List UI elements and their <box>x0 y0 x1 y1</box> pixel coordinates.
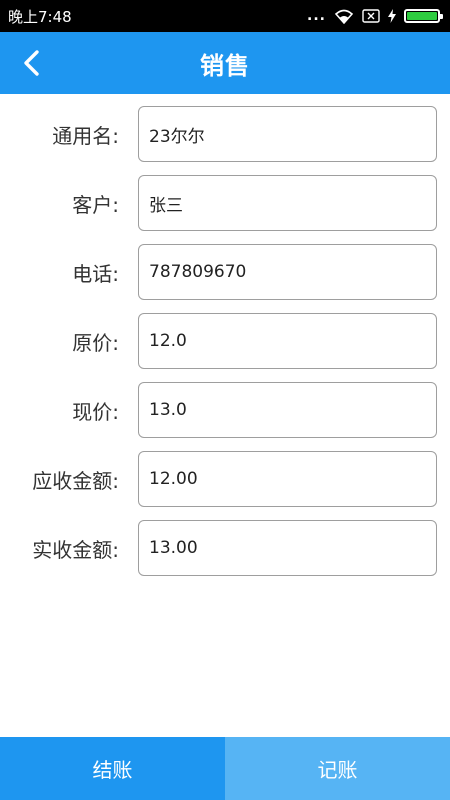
form-row-current-price: 现价: <box>0 382 450 438</box>
back-button[interactable] <box>8 40 54 86</box>
battery-icon <box>404 9 443 23</box>
customer-label: 客户: <box>72 192 119 217</box>
amount-receivable-label: 应收金额: <box>32 468 119 493</box>
app-bar: 销售 <box>0 32 450 94</box>
status-bar: 晚上7:48 ... <box>0 0 450 32</box>
form-row-customer: 客户: <box>0 175 450 231</box>
form-row-generic-name: 通用名: <box>0 106 450 162</box>
charging-icon <box>388 9 396 23</box>
page-title: 销售 <box>200 51 250 80</box>
current-price-label: 现价: <box>72 399 119 424</box>
status-time: 晚上7:48 <box>8 7 72 26</box>
original-price-label: 原价: <box>72 330 119 355</box>
generic-name-input[interactable] <box>138 106 437 162</box>
generic-name-label: 通用名: <box>52 123 119 148</box>
amount-receivable-input[interactable] <box>138 451 437 507</box>
customer-input[interactable] <box>138 175 437 231</box>
amount-received-label: 实收金额: <box>32 537 119 562</box>
original-price-input[interactable] <box>138 313 437 369</box>
checkout-button[interactable]: 结账 <box>0 737 225 800</box>
phone-input[interactable] <box>138 244 437 300</box>
record-button[interactable]: 记账 <box>225 737 450 800</box>
amount-received-input[interactable] <box>138 520 437 576</box>
status-icons: ... <box>307 8 443 24</box>
form-row-original-price: 原价: <box>0 313 450 369</box>
sim-x-icon <box>362 9 380 23</box>
bottom-action-bar: 结账 记账 <box>0 737 450 800</box>
form-row-amount-received: 实收金额: <box>0 520 450 576</box>
current-price-input[interactable] <box>138 382 437 438</box>
wifi-icon <box>334 9 354 24</box>
battery-level <box>407 12 437 20</box>
more-dots-icon: ... <box>307 8 326 24</box>
phone-label: 电话: <box>72 261 119 286</box>
chevron-left-icon <box>24 50 39 76</box>
form-row-amount-receivable: 应收金额: <box>0 451 450 507</box>
form-row-phone: 电话: <box>0 244 450 300</box>
